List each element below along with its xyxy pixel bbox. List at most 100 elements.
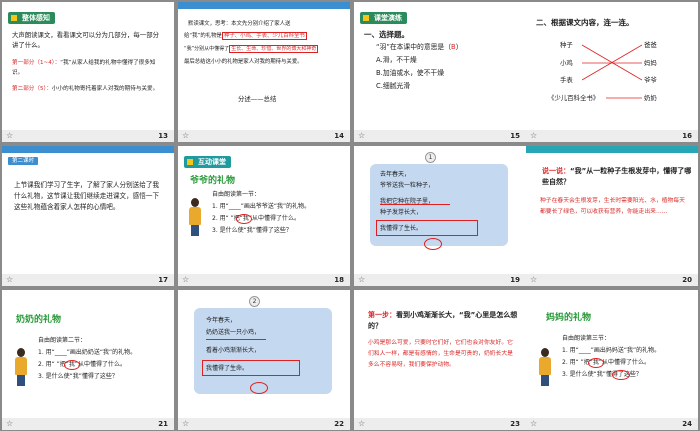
slide-canvas: 2 今年春天， 奶奶送我一只小鸡， 看着小鸡渐渐长大， 我懂得了生命。: [178, 290, 350, 418]
part-two: 第二部分（5）：小小的礼物寄托着家人对我的期待与关爱。: [12, 86, 159, 92]
slide-title: 妈妈的礼物: [546, 313, 592, 323]
reading-prompt: 自由朗读第二节：: [38, 337, 87, 344]
star-icon: ☆: [530, 131, 538, 140]
circle-mark: [64, 360, 80, 370]
slide-footer: ☆ 15: [354, 130, 526, 142]
instruction-line-4: 最后总结这小小的礼物是家人对我的期待与关爱。: [184, 59, 303, 65]
discussion-question: 第一步：看到小鸡渐渐长大，“我”心里是怎么想的？: [368, 311, 518, 330]
instruction-line-1: 默读课文，思考：本文先分别介绍了家人送: [188, 21, 291, 27]
slide-canvas: 第二课时 上节课我们学习了生字，了解了家人分别送给了我什么礼物，这节课让我们继续…: [2, 146, 174, 274]
slide-thumbnail-16[interactable]: 二、根据课文内容，连一连。 种子 小鸡 手表 《少儿百科全书》 爸爸 妈妈 爷爷…: [526, 2, 698, 142]
star-icon: ☆: [358, 275, 366, 284]
star-icon: ☆: [182, 131, 190, 140]
slide-footer: ☆ 14: [178, 130, 350, 142]
slide-number: 17: [158, 276, 168, 284]
slide-number: 15: [510, 132, 520, 140]
circle-mark: [250, 382, 268, 394]
slide-footer: ☆ 18: [178, 274, 350, 286]
box-mark: [376, 220, 478, 236]
slide-footer: ☆ 17: [2, 274, 174, 286]
instruction-3: 3. 是什么使“我”懂得了这些？: [38, 373, 118, 380]
box-mark: [202, 360, 300, 376]
slide-canvas: 默读课文，思考：本文先分别介绍了家人送 给“我”的礼物是 种子、小鸡、手表、少儿百…: [178, 2, 350, 130]
slide-footer: ☆ 19: [354, 274, 526, 286]
slide-thumbnail-24[interactable]: 妈妈的礼物 自由朗读第三节： 1. 用“____”画出妈妈送“我”的礼物。 2.…: [526, 290, 698, 430]
instruction-2: 2. 用“ ”把“我”从中懂得了什么。: [562, 359, 650, 366]
slide-thumbnail-22[interactable]: 2 今年春天， 奶奶送我一只小鸡， 看着小鸡渐渐长大， 我懂得了生命。 ☆ 22: [178, 290, 350, 430]
slide-title: 爷爷的礼物: [190, 176, 236, 186]
slide-footer: ☆ 21: [2, 418, 174, 430]
slide-thumbnail-18[interactable]: 互动课堂 爷爷的礼物 自由朗读第一节： 1. 用“____”画出爷爷送“我”的礼…: [178, 146, 350, 286]
sample-answer: 种子在春天会生根发芽，生长时需要阳光、水，植物每天都要长了绿色，可以收获有营养，…: [540, 198, 685, 215]
poem-line-2: 奶奶送我一只小鸡，: [206, 329, 261, 336]
circle-mark: [236, 214, 252, 224]
slide-number: 19: [510, 276, 520, 284]
slide-number: 23: [510, 420, 520, 428]
slide-footer: ☆ 24: [526, 418, 698, 430]
matching-lines: [581, 44, 643, 99]
instruction-3: 3. 是什么使“我”懂得了这些？: [212, 227, 292, 234]
header-bar: [526, 146, 698, 153]
question-text: “羽”在本课中的意思是（B）: [376, 43, 463, 51]
star-icon: ☆: [530, 275, 538, 284]
poem-line-3: 看着小鸡渐渐长大，: [206, 347, 261, 354]
lesson-pill: 第二课时: [8, 157, 39, 165]
instruction-2: 2. 用“ ”把“我”从中懂得了什么。: [212, 215, 300, 222]
slide-footer: ☆ 22: [178, 418, 350, 430]
poem-line-1: 去年春天，: [380, 171, 411, 178]
instruction-line-3: “我”分别从中懂得了 生长、生命、珍惜、世界的博大和神奇: [184, 45, 319, 53]
slide-footer: ☆ 20: [526, 274, 698, 286]
slide-thumbnail-14[interactable]: 默读课文，思考：本文先分别介绍了家人送 给“我”的礼物是 种子、小鸡、手表、少儿百…: [178, 2, 350, 142]
option-c: C.细腻光滑: [376, 82, 411, 90]
slide-thumbnail-20[interactable]: 说一说：“我”从一粒种子生根发芽中，懂得了哪些自然？ 种子在春天会生根发芽，生长…: [526, 146, 698, 286]
slide-thumbnail-19[interactable]: 1 去年春天， 爷爷送我一粒种子， 我把它种在院子里， 种子发芽长大， 我懂得了…: [354, 146, 526, 286]
star-icon: ☆: [358, 419, 366, 428]
slide-canvas: 第一步：看到小鸡渐渐长大，“我”心里是怎么想的？ 小鸡是那么可爱，只要时它们好，…: [354, 290, 526, 418]
star-icon: ☆: [6, 275, 14, 284]
slide-number: 21: [158, 420, 168, 428]
slide-canvas: 1 去年春天， 爷爷送我一粒种子， 我把它种在院子里， 种子发芽长大， 我懂得了…: [354, 146, 526, 274]
stanza-badge: 2: [249, 296, 260, 307]
structure-label: 分述——总结: [238, 95, 277, 103]
slide-canvas: 说一说：“我”从一粒种子生根发芽中，懂得了哪些自然？ 种子在春天会生根发芽，生长…: [526, 146, 698, 274]
circle-mark: [612, 370, 630, 380]
reading-prompt: 自由朗读第三节：: [562, 335, 611, 342]
slide-number: 22: [334, 420, 344, 428]
slide-thumbnail-15[interactable]: 课堂演练 一、选择题。 “羽”在本课中的意思是（B） A.滑，不干燥 B.加油或…: [354, 2, 526, 142]
slide-thumbnail-17[interactable]: 第二课时 上节课我们学习了生字，了解了家人分别送给了我什么礼物，这节课让我们继续…: [2, 146, 174, 286]
header-bar: [2, 146, 174, 153]
slide-title: 奶奶的礼物: [16, 315, 62, 325]
child-figure: [14, 348, 28, 386]
poem-line-2: 爷爷送我一粒种子，: [380, 182, 435, 189]
instruction-line-2: 给“我”的礼物是 种子、小鸡、手表、少儿百科全书: [184, 32, 307, 40]
section-tag: 整体感知: [8, 12, 55, 24]
slide-canvas: 整体感知 大声朗读课文，看看课文可以分为几部分，每一部分讲了什么。 第一部分（1…: [2, 2, 174, 130]
slide-canvas: 奶奶的礼物 自由朗读第二节： 1. 用“____”画出奶奶送“我”的礼物。 2.…: [2, 290, 174, 418]
poem-line-1: 今年春天，: [206, 317, 237, 324]
child-figure: [538, 348, 552, 386]
slide-thumbnail-21[interactable]: 奶奶的礼物 自由朗读第二节： 1. 用“____”画出奶奶送“我”的礼物。 2.…: [2, 290, 174, 430]
question-heading: 一、选择题。: [364, 30, 409, 39]
circle-mark: [588, 358, 604, 368]
instruction-1: 1. 用“____”画出妈妈送“我”的礼物。: [562, 347, 661, 354]
poem-line-3: 我把它种在院子里，: [380, 198, 435, 205]
star-icon: ☆: [182, 419, 190, 428]
slide-number: 24: [682, 420, 692, 428]
circle-mark: [424, 238, 442, 250]
star-icon: ☆: [6, 131, 14, 140]
slide-footer: ☆ 23: [354, 418, 526, 430]
slide-footer: ☆ 13: [2, 130, 174, 142]
section-tag: 课堂演练: [360, 12, 407, 24]
star-icon: ☆: [182, 275, 190, 284]
poem-line-4: 种子发芽长大，: [380, 209, 423, 216]
slide-thumbnail-23[interactable]: 第一步：看到小鸡渐渐长大，“我”心里是怎么想的？ 小鸡是那么可爱，只要时它们好，…: [354, 290, 526, 430]
slide-number: 13: [158, 132, 168, 140]
instruction-2: 2. 用“ ”把“我”从中懂得了什么。: [38, 361, 126, 368]
option-a: A.滑，不干燥: [376, 56, 417, 64]
slide-thumbnail-13[interactable]: 整体感知 大声朗读课文，看看课文可以分为几部分，每一部分讲了什么。 第一部分（1…: [2, 2, 174, 142]
review-paragraph: 上节课我们学习了生字，了解了家人分别送给了我什么礼物，这节课让我们继续走进课文，…: [14, 181, 160, 211]
slide-footer: ☆ 16: [526, 130, 698, 142]
slide-canvas: 互动课堂 爷爷的礼物 自由朗读第一节： 1. 用“____”画出爷爷送“我”的礼…: [178, 146, 350, 274]
slide-number: 18: [334, 276, 344, 284]
instruction-1: 1. 用“____”画出爷爷送“我”的礼物。: [212, 203, 311, 210]
